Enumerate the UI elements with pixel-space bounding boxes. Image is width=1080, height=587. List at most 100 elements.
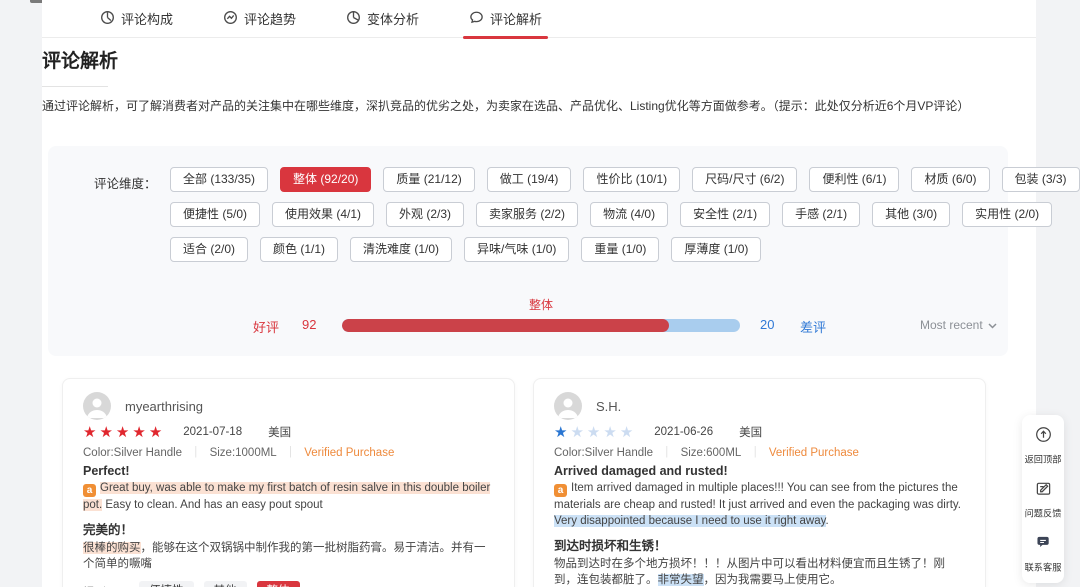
sentiment-bar[interactable]: [342, 319, 740, 332]
reviewer-name: myearthrising: [125, 399, 203, 414]
star-icon: ★: [83, 425, 96, 440]
back-to-top-button[interactable]: 返回顶部: [1023, 426, 1063, 466]
dimension-chip[interactable]: 适合 (2/0): [170, 237, 248, 262]
star-icon: ★: [99, 425, 112, 440]
review-trend-icon: [223, 10, 238, 28]
star-icon: ★: [116, 425, 129, 440]
review-meta: Color:Silver Handle｜Size:600ML｜Verified …: [554, 444, 965, 460]
dimension-chip[interactable]: 安全性 (2/1): [680, 202, 770, 227]
review-card: S.H.★★★★★2021-06-26美国Color:Silver Handle…: [533, 378, 986, 587]
review-body-zh: 很棒的购买，能够在这个双锅锅中制作我的第一批树脂药膏。易于清洁。并有一个简单的噘…: [83, 540, 494, 572]
dimension-chip[interactable]: 卖家服务 (2/2): [476, 202, 578, 227]
toolbar-label: 联系客服: [1025, 560, 1062, 574]
dimension-chip[interactable]: 材质 (6/0): [911, 167, 989, 192]
translate-icon[interactable]: a: [554, 484, 567, 497]
dimension-chip[interactable]: 性价比 (10/1): [583, 167, 680, 192]
dimension-chip[interactable]: 其他 (3/0): [872, 202, 950, 227]
dimension-chip[interactable]: 使用效果 (4/1): [272, 202, 374, 227]
sort-label: Most recent: [920, 318, 983, 332]
dimension-filter-label: 评论维度：: [94, 173, 157, 192]
separator: ｜: [749, 447, 761, 459]
contact-support-icon: [1035, 534, 1052, 556]
dimension-chip[interactable]: 全部 (133/35): [170, 167, 268, 192]
dimension-chip[interactable]: 外观 (2/3): [386, 202, 464, 227]
floating-toolbar: 返回顶部 问题反馈 联系客服: [1022, 415, 1064, 583]
body-text: .: [826, 515, 829, 527]
variant-color: Color:Silver Handle: [554, 447, 653, 459]
tab-label: 评论解析: [490, 9, 542, 28]
dimension-chip[interactable]: 颜色 (1/1): [260, 237, 338, 262]
dimension-chip[interactable]: 实用性 (2/0): [962, 202, 1052, 227]
separator: ｜: [661, 447, 673, 459]
dimension-chip-row: 全部 (133/35) 整体 (92/20) 质量 (21/12) 做工 (19/4)…: [170, 167, 1080, 192]
tab-review-insight[interactable]: 评论解析: [469, 0, 542, 38]
tab-review-composition[interactable]: 评论构成: [100, 0, 173, 38]
dimension-chip[interactable]: 整体 (92/20): [280, 167, 371, 192]
dimension-chip[interactable]: 包装 (3/3): [1002, 167, 1080, 192]
sort-dropdown[interactable]: Most recent: [920, 318, 997, 332]
review-meta: Color:Silver Handle｜Size:1000ML｜Verified…: [83, 444, 494, 460]
dimension-chip[interactable]: 尺码/尺寸 (6/2): [692, 167, 797, 192]
dimension-chip[interactable]: 便捷性 (5/0): [170, 202, 260, 227]
review-header: myearthrising: [83, 392, 494, 420]
mentioned-tag[interactable]: 整体: [257, 581, 300, 587]
page-title: 评论解析: [42, 46, 118, 73]
mentioned-tag[interactable]: 其他: [204, 581, 247, 587]
tab-bar: 评论构成 评论趋势 变体分析 评论解析: [42, 0, 1036, 38]
avatar: [554, 392, 582, 420]
variant-analysis-icon: [346, 10, 361, 28]
star-rating-row: ★★★★★2021-07-18美国: [83, 423, 494, 441]
variant-color: Color:Silver Handle: [83, 447, 182, 459]
dimension-chip[interactable]: 做工 (19/4): [487, 167, 572, 192]
review-title-zh: 完美的！: [83, 519, 494, 538]
dimension-chip[interactable]: 重量 (1/0): [581, 237, 659, 262]
verified-purchase-label: Verified Purchase: [304, 447, 394, 459]
dimension-chip[interactable]: 质量 (21/12): [383, 167, 474, 192]
mentioned-tags-row: 提到了： 便捷性 其他 整体: [83, 581, 494, 587]
star-icon: ★: [620, 425, 633, 440]
dimension-chip[interactable]: 便利性 (6/1): [809, 167, 899, 192]
body-text: Easy to clean. And has an easy pout spou…: [102, 499, 323, 511]
positive-label: 好评: [253, 317, 279, 336]
negative-label: 差评: [800, 317, 826, 336]
sentiment-bar-positive-fill: [342, 319, 669, 332]
dimension-chip[interactable]: 清洗难度 (1/0): [350, 237, 452, 262]
review-body-en: aGreat buy, was able to make my first ba…: [83, 480, 494, 513]
feedback-icon: [1035, 480, 1052, 502]
separator: ｜: [190, 447, 202, 459]
tab-variant-analysis[interactable]: 变体分析: [346, 0, 419, 38]
review-composition-icon: [100, 10, 115, 28]
review-body-en: aItem arrived damaged in multiple places…: [554, 480, 965, 529]
review-body-zh: 物品到达时在多个地方损坏！！！从图片中可以看出材料便宜而且生锈了！刚到，连包装都…: [554, 556, 965, 587]
reviewer-name: S.H.: [596, 399, 621, 414]
mentioned-label: 提到了：: [83, 584, 129, 587]
rating-bar-row: 好评 92 20 差评 Most recent: [48, 314, 1008, 336]
highlighted-text: 很棒的购买: [83, 542, 141, 554]
toolbar-label: 问题反馈: [1025, 506, 1062, 520]
review-title-zh: 到达时损坏和生锈！: [554, 535, 965, 554]
mentioned-tag[interactable]: 便捷性: [139, 581, 194, 587]
left-gutter: [0, 0, 42, 587]
tab-review-trend[interactable]: 评论趋势: [223, 0, 296, 38]
star-icon: ★: [587, 425, 600, 440]
star-icon: ★: [570, 425, 583, 440]
dimension-chip[interactable]: 厚薄度 (1/0): [671, 237, 761, 262]
review-insight-icon: [469, 10, 484, 28]
dimension-chip-row: 便捷性 (5/0) 使用效果 (4/1) 外观 (2/3) 卖家服务 (2/2) 物流 …: [170, 202, 1080, 227]
page-description: 通过评论解析，可了解消费者对产品的关注集中在哪些维度，深扒竞品的优劣之处，为卖家…: [42, 98, 1012, 115]
feedback-button[interactable]: 问题反馈: [1023, 480, 1063, 520]
divider: [42, 86, 108, 87]
dimension-chip[interactable]: 手感 (2/1): [782, 202, 860, 227]
back-to-top-icon: [1035, 426, 1052, 448]
review-date: 2021-06-26: [654, 426, 713, 438]
dimension-chip[interactable]: 物流 (4/0): [590, 202, 668, 227]
dimension-chip[interactable]: 异味/气味 (1/0): [464, 237, 569, 262]
contact-support-button[interactable]: 联系客服: [1023, 534, 1063, 574]
highlighted-text: Very disappointed because I need to use …: [554, 515, 826, 527]
dimension-chip-row: 适合 (2/0) 颜色 (1/1) 清洗难度 (1/0) 异味/气味 (1/0) 重量 …: [170, 237, 1080, 262]
review-card: myearthrising ★★★★★2021-07-18美国 Color:Silv…: [62, 378, 515, 587]
review-dimension-panel: 评论维度： 全部 (133/35) 整体 (92/20) 质量 (21/12) 做工 …: [48, 146, 1008, 356]
translate-icon[interactable]: a: [83, 484, 96, 497]
verified-purchase-label: Verified Purchase: [769, 447, 859, 459]
review-card-list: myearthrising ★★★★★2021-07-18美国 Color:Silv…: [62, 378, 986, 587]
